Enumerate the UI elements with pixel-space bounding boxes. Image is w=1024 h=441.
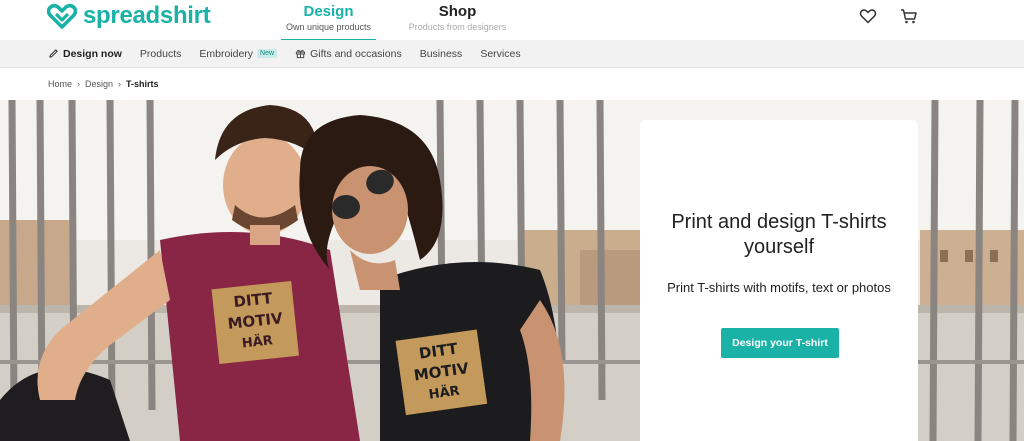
breadcrumb-design[interactable]: Design [85,79,113,89]
pencil-icon [49,49,58,58]
nav-item-label: Design now [63,47,122,60]
new-badge: New [257,49,278,58]
gift-icon [295,49,306,59]
nav-item-services[interactable]: Services [480,48,520,60]
shirt-print-line: HÄR [241,332,273,351]
tab-shop-sublabel: Products from designers [408,22,507,32]
breadcrumb: Home › Design › T-shirts [48,79,159,89]
hero-title: Print and design T-shirts yourself [671,211,887,258]
nav-item-label: Products [139,47,182,60]
category-nav: Design now Products Embroidery New Gifts… [0,40,1024,68]
tab-shop[interactable]: Shop Products from designers [405,3,510,33]
nav-item-products[interactable]: Products [140,48,181,60]
breadcrumb-current: T-shirts [126,79,159,89]
top-header: spreadshirt Design Own unique products S… [0,0,1024,42]
nav-item-gifts[interactable]: Gifts and occasions [295,48,402,60]
logo-heart-icon [47,3,77,29]
nav-item-label: Business [419,47,463,60]
nav-item-label: Gifts and occasions [310,47,402,60]
nav-item-label: Services [480,47,521,60]
tab-shop-label: Shop [438,3,477,20]
breadcrumb-home[interactable]: Home [48,79,72,89]
hero-banner: DITT MOTIV HÄR DITT MOTIV HÄR Print and … [0,100,1024,441]
nav-item-embroidery[interactable]: Embroidery New [199,47,278,60]
nav-item-business[interactable]: Business [420,48,463,60]
tab-design[interactable]: Design Own unique products [281,3,376,42]
tab-design-sublabel: Own unique products [285,22,372,32]
chevron-right-icon: › [77,79,81,89]
hero-subtitle: Print T-shirts with motifs, text or phot… [667,280,891,295]
tab-design-label: Design [303,3,354,20]
chevron-right-icon: › [118,79,122,89]
heart-icon[interactable] [858,6,878,26]
nav-item-design-now[interactable]: Design now [48,48,122,60]
hero-card: Print and design T-shirts yourself Print… [640,120,918,441]
cart-icon[interactable] [899,6,919,26]
design-tshirt-button[interactable]: Design your T-shirt [721,328,839,358]
nav-item-label: Embroidery [199,47,254,60]
spreadshirt-logo[interactable]: spreadshirt [47,2,211,30]
logo-wordmark: spreadshirt [83,2,211,29]
